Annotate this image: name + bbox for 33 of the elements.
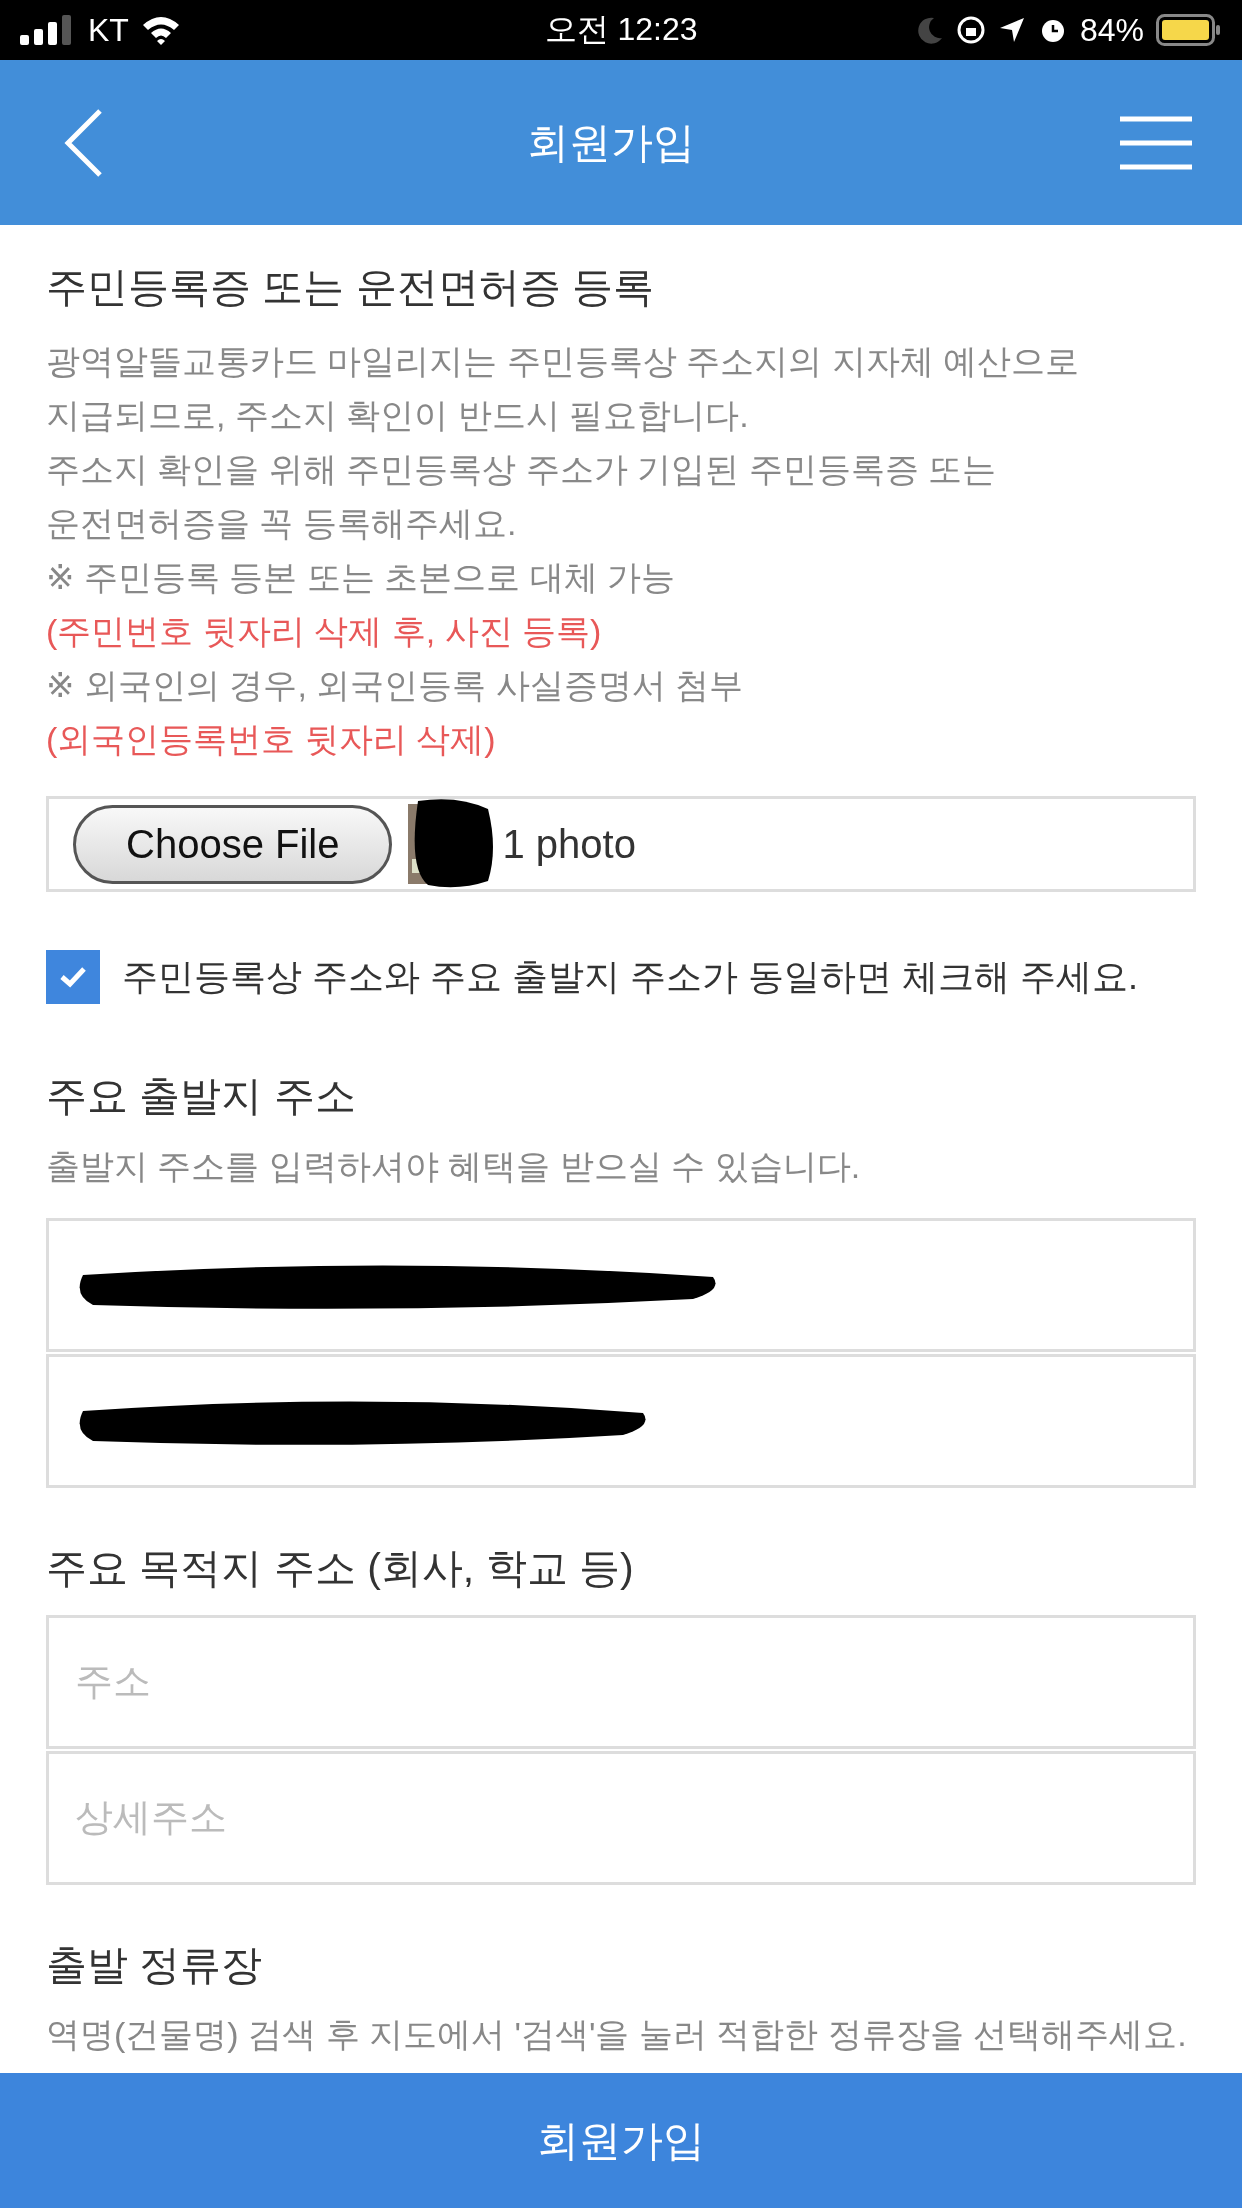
checkmark-icon [58,965,88,990]
address-field[interactable] [46,1353,1196,1488]
note-text: ※ 외국인의 경우, 외국인등록 사실증명서 첨부 [46,665,745,707]
battery-percent: 84% [1079,11,1144,49]
note-text: 지급되므로, 주소지 확인이 반드시 필요합니다. [46,395,750,437]
rotation-lock-icon [955,15,986,45]
note-text: 광역알뜰교통카드 마일리지는 주민등록상 주소지의 지자체 예산으로 [46,341,1081,383]
file-summary: 1 photo [502,821,636,867]
choose-file-button[interactable]: Choose File [73,804,393,884]
carrier-name: KT [88,11,129,49]
note-text: ※ 주민등록 등본 또는 초본으로 대체 가능 [46,557,677,599]
address-field[interactable]: 주소 [46,1614,1196,1749]
section-title: 주요 출발지 주소 [46,1072,357,1122]
page-title: 회원가입 [527,117,695,168]
hint-text: 역명(건물명) 검색 후 지도에서 '검색'을 눌러 적합한 정류장을 선택해주세요. [46,2014,1188,2056]
note-text: 주소지 확인을 위해 주민등록상 주소가 기입된 주민등록증 또는 [46,449,998,491]
warning-text: (주민번호 뒷자리 삭제 후, 사진 등록) [46,611,603,653]
hint-text: 출발지 주소를 입력하셔야 혜택을 받으실 수 있습니다. [46,1145,862,1187]
back-button[interactable] [64,107,104,178]
menu-button[interactable] [1118,114,1194,171]
checkbox[interactable] [46,950,100,1005]
section-title: 출발 정류장 [46,1940,264,1990]
section-title: 주요 목적지 주소 (회사, 학교 등) [46,1543,635,1593]
battery-icon [1156,14,1222,46]
moon-icon [917,16,944,44]
address-field[interactable]: 상세주소 [46,1750,1196,1885]
signup-button[interactable]: 회원가입 [0,2073,1242,2208]
note-text: 운전면허증을 꼭 등록해주세요. [46,503,518,545]
warning-text: (외국인등록번호 뒷자리 삭제) [46,719,497,761]
section-title: 주민등록증 또는 운전면허증 등록 [46,263,656,312]
address-field[interactable] [46,1217,1196,1352]
status-time: 오전 12:23 [544,10,698,49]
checkbox-label: 주민등록상 주소와 주요 출발지 주소가 동일하면 체크해 주세요. [122,954,1138,999]
